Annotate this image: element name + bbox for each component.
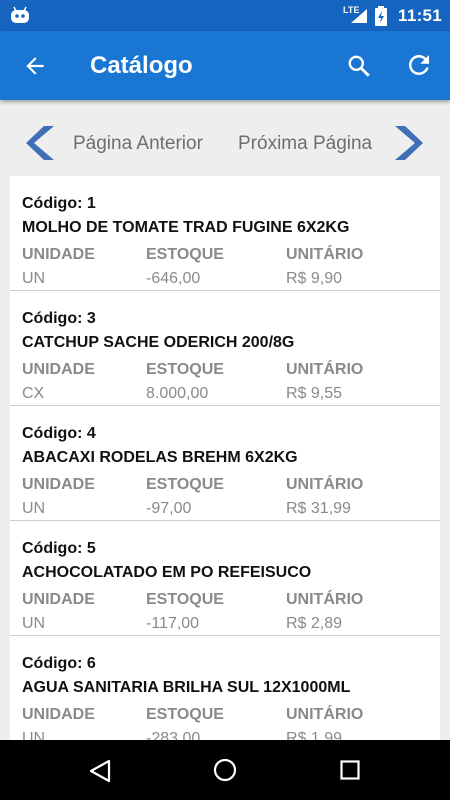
product-list: Código: 1 MOLHO DE TOMATE TRAD FUGINE 6X…: [10, 176, 440, 740]
unit-header: UNIDADE: [22, 706, 95, 723]
previous-page-button[interactable]: Página Anterior: [73, 133, 203, 155]
nav-home-icon[interactable]: [213, 758, 237, 787]
unit-value: UN: [22, 615, 46, 632]
stock-header: ESTOQUE: [146, 361, 224, 378]
unit-header: UNIDADE: [22, 246, 95, 263]
product-name: ABACAXI RODELAS BREHM 6X2KG: [22, 449, 298, 466]
price-header: UNITÁRIO: [286, 476, 364, 493]
product-name: CATCHUP SACHE ODERICH 200/8G: [22, 334, 295, 351]
back-arrow-icon[interactable]: [22, 53, 48, 84]
previous-page-arrow-icon[interactable]: [24, 124, 56, 167]
unit-value: UN: [22, 270, 46, 287]
stock-value: -117,00: [146, 615, 200, 632]
price-header: UNITÁRIO: [286, 591, 364, 608]
next-page-button[interactable]: Próxima Página: [238, 133, 372, 155]
price-value: R$ 1,99: [286, 730, 343, 740]
price-value: R$ 9,55: [286, 385, 343, 402]
signal-icon: [349, 8, 369, 29]
search-icon[interactable]: [346, 53, 372, 84]
next-page-arrow-icon[interactable]: [393, 124, 425, 167]
android-icon: [10, 6, 30, 29]
page-title: Catálogo: [90, 52, 193, 79]
stock-value: 8.000,00: [146, 385, 209, 402]
stock-value: -646,00: [146, 270, 201, 287]
status-clock: 11:51: [398, 6, 443, 25]
price-header: UNITÁRIO: [286, 361, 364, 378]
refresh-icon[interactable]: [404, 50, 434, 85]
product-code: Código: 1: [22, 195, 96, 212]
product-name: AGUA SANITARIA BRILHA SUL 12X1000ML: [22, 679, 351, 696]
nav-recents-icon[interactable]: [340, 760, 360, 785]
stock-value: -283,00: [146, 730, 201, 740]
stock-header: ESTOQUE: [146, 591, 224, 608]
product-code: Código: 3: [22, 310, 96, 327]
price-header: UNITÁRIO: [286, 246, 364, 263]
product-name: MOLHO DE TOMATE TRAD FUGINE 6X2KG: [22, 219, 350, 236]
price-value: R$ 9,90: [286, 270, 343, 287]
stock-header: ESTOQUE: [146, 706, 224, 723]
product-code: Código: 4: [22, 425, 96, 442]
unit-value: CX: [22, 385, 45, 402]
stock-header: ESTOQUE: [146, 476, 224, 493]
list-item[interactable]: Código: 3 CATCHUP SACHE ODERICH 200/8G U…: [10, 291, 440, 406]
status-bar: LTE 11:51: [0, 0, 450, 31]
stock-value: -97,00: [146, 500, 192, 517]
price-value: R$ 31,99: [286, 500, 351, 517]
product-code: Código: 5: [22, 540, 96, 557]
stock-header: ESTOQUE: [146, 246, 224, 263]
price-header: UNITÁRIO: [286, 706, 364, 723]
product-name: ACHOCOLATADO EM PO REFEISUCO: [22, 564, 312, 581]
battery-icon: [375, 6, 387, 31]
unit-header: UNIDADE: [22, 361, 95, 378]
app-bar: Catálogo: [0, 31, 450, 100]
list-item[interactable]: Código: 6 AGUA SANITARIA BRILHA SUL 12X1…: [10, 636, 440, 740]
unit-value: UN: [22, 500, 46, 517]
unit-header: UNIDADE: [22, 591, 95, 608]
nav-back-icon[interactable]: [89, 759, 111, 788]
system-navigation-bar: [0, 740, 450, 800]
unit-header: UNIDADE: [22, 476, 95, 493]
list-item[interactable]: Código: 5 ACHOCOLATADO EM PO REFEISUCO U…: [10, 521, 440, 636]
unit-value: UN: [22, 730, 46, 740]
price-value: R$ 2,89: [286, 615, 343, 632]
product-code: Código: 6: [22, 655, 96, 672]
list-item[interactable]: Código: 4 ABACAXI RODELAS BREHM 6X2KG UN…: [10, 406, 440, 521]
list-item[interactable]: Código: 1 MOLHO DE TOMATE TRAD FUGINE 6X…: [10, 176, 440, 291]
